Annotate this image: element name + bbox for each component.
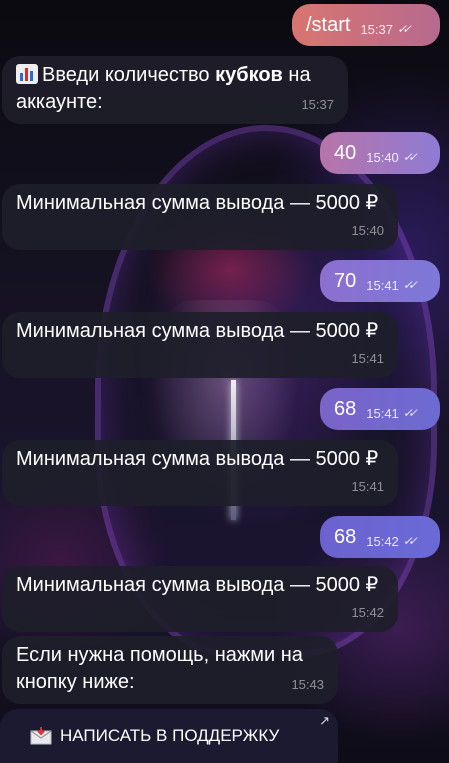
double-check-icon: ✓✓	[402, 533, 418, 548]
message-time: 15:41	[351, 351, 384, 366]
support-button[interactable]: НАПИСАТЬ В ПОДДЕРЖКУ ↗	[0, 709, 338, 763]
support-button-label: НАПИСАТЬ В ПОДДЕРЖКУ	[60, 726, 280, 745]
message-text: Минимальная сумма вывода — 5000 ₽	[16, 192, 379, 214]
double-check-icon: ✓✓	[397, 21, 412, 36]
message-text: Введи количество кубков на аккаунте:	[16, 62, 336, 116]
message-text: Минимальная сумма вывода — 5000 ₽	[16, 448, 379, 470]
message-text: /start	[306, 13, 351, 36]
incoming-message[interactable]: Минимальная сумма вывода — 5000 ₽ 15:42	[2, 566, 398, 632]
message-text: Минимальная сумма вывода — 5000 ₽	[16, 320, 379, 342]
outgoing-message[interactable]: 70 15:41 ✓✓	[320, 260, 440, 302]
message-time: 15:42	[366, 533, 399, 549]
message-meta: 15:42 ✓✓	[366, 520, 418, 555]
double-check-icon: ✓✓	[402, 405, 418, 420]
message-meta: 15:41 ✓✓	[366, 392, 418, 427]
double-check-icon: ✓✓	[402, 149, 418, 164]
double-check-icon: ✓✓	[402, 277, 418, 292]
message-time: 15:37	[360, 21, 393, 37]
message-meta: 15:41 ✓✓	[366, 264, 418, 299]
incoming-message[interactable]: Если нужна помощь, нажми на кнопку ниже:…	[2, 636, 338, 704]
outgoing-message[interactable]: 68 15:42 ✓✓	[320, 516, 440, 558]
outgoing-message[interactable]: /start 15:37 ✓✓	[292, 4, 440, 46]
message-time: 15:41	[351, 479, 384, 494]
message-text-bold: кубков	[215, 64, 283, 86]
message-text: Минимальная сумма вывода — 5000 ₽	[16, 574, 379, 596]
message-meta: 15:37 ✓✓	[360, 8, 412, 43]
message-text: 68	[334, 397, 357, 420]
message-time: 15:37	[301, 97, 334, 112]
message-time: 15:42	[351, 605, 384, 620]
message-meta: 15:40 ✓✓	[366, 136, 418, 171]
external-arrow-icon: ↗	[319, 713, 330, 728]
message-text: 70	[334, 269, 357, 292]
message-text: 40	[334, 141, 357, 164]
incoming-message[interactable]: Минимальная сумма вывода — 5000 ₽ 15:41	[2, 312, 398, 378]
incoming-message[interactable]: Минимальная сумма вывода — 5000 ₽ 15:41	[2, 440, 398, 506]
message-text: Если нужна помощь, нажми на кнопку ниже:	[16, 644, 303, 693]
message-time: 15:41	[366, 277, 399, 293]
envelope-emoji-icon	[30, 727, 52, 745]
incoming-message[interactable]: Введи количество кубков на аккаунте: 15:…	[2, 56, 348, 124]
incoming-message[interactable]: Минимальная сумма вывода — 5000 ₽ 15:40	[2, 184, 398, 250]
outgoing-message[interactable]: 68 15:41 ✓✓	[320, 388, 440, 430]
message-time: 15:40	[351, 223, 384, 238]
message-text-part: Введи количество	[42, 64, 216, 86]
message-text: 68	[334, 525, 357, 548]
message-time: 15:43	[291, 677, 324, 692]
bar-chart-emoji-icon	[16, 64, 38, 84]
outgoing-message[interactable]: 40 15:40 ✓✓	[320, 132, 440, 174]
message-time: 15:41	[366, 405, 399, 421]
message-time: 15:40	[366, 149, 399, 165]
